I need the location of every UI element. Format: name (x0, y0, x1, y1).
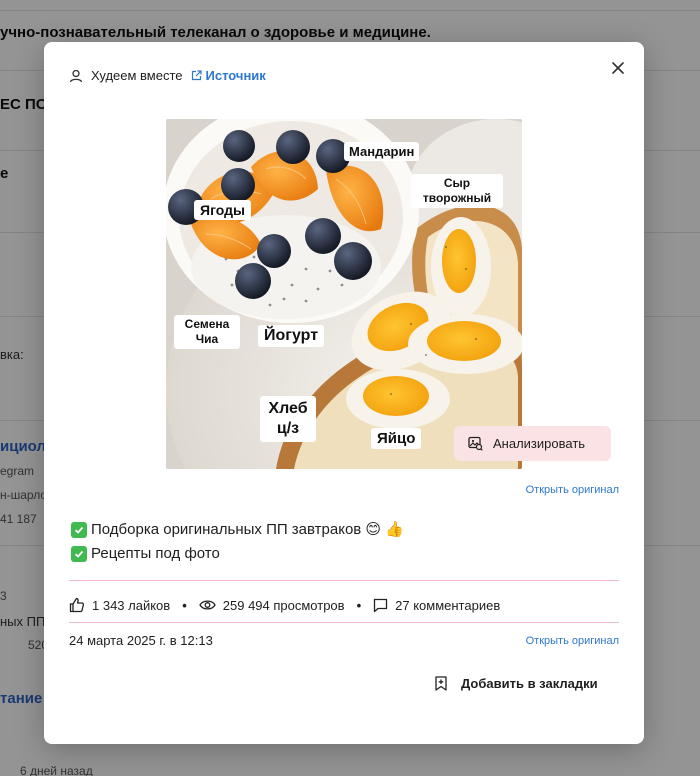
photo-label-cheese: Сыр творожный (411, 174, 503, 208)
open-original-link-2[interactable]: Открыть оригинал (526, 635, 619, 647)
post-modal: Худеем вместе Источник Мандарин Сыр твор… (44, 42, 644, 744)
divider (69, 622, 619, 623)
comments-stat[interactable]: 27 комментариев (373, 598, 500, 613)
analyze-button[interactable]: Анализировать (454, 426, 611, 461)
divider (69, 580, 619, 581)
views-stat: 259 494 просмотров (199, 598, 345, 613)
add-bookmark-button[interactable]: Добавить в закладки (435, 676, 598, 691)
close-icon (612, 62, 624, 74)
post-stats: 1 343 лайков • 259 494 просмотров • 27 к… (69, 597, 500, 613)
photo-label-mandarin: Мандарин (344, 142, 420, 161)
description-text: Рецепты под фото (91, 545, 220, 562)
checkmark-icon (71, 546, 87, 562)
likes-count: 1 343 лайков (92, 597, 171, 613)
post-description: Подборка оригинальных ПП завтраков 😊 👍 Р… (71, 518, 404, 566)
image-search-icon (468, 436, 483, 451)
description-line: Рецепты под фото (71, 542, 404, 566)
eye-icon (199, 600, 216, 610)
author-name[interactable]: Худеем вместе (91, 68, 183, 83)
description-text: Подборка оригинальных ПП завтраков 😊 👍 (91, 521, 404, 538)
photo-label-berries: Ягоды (194, 200, 251, 220)
bookmark-add-icon (435, 676, 447, 691)
photo-label-bread: Хлеб ц/з (260, 396, 316, 442)
close-button[interactable] (608, 58, 628, 78)
photo-label-egg: Яйцо (371, 428, 422, 449)
post-photo[interactable]: Мандарин Сыр творожный Ягоды Семена Чиа … (166, 119, 522, 469)
user-icon (69, 69, 83, 82)
open-original-link[interactable]: Открыть оригинал (526, 484, 619, 496)
source-link[interactable]: Источник (191, 68, 266, 83)
source-label: Источник (205, 68, 266, 83)
likes-stat[interactable]: 1 343 лайков (69, 597, 170, 613)
comment-icon (373, 598, 388, 612)
photo-label-chia: Семена Чиа (174, 315, 240, 349)
separator-dot: • (182, 597, 187, 613)
post-date: 24 марта 2025 г. в 12:13 (69, 633, 213, 648)
thumbs-up-icon (69, 597, 85, 613)
photo-label-yogurt: Йогурт (258, 325, 325, 347)
breakfast-photo-image (166, 119, 522, 469)
post-header: Худеем вместе Источник (69, 68, 266, 83)
comments-count: 27 комментариев (395, 597, 501, 613)
description-line: Подборка оригинальных ПП завтраков 😊 👍 (71, 518, 404, 542)
analyze-label: Анализировать (493, 436, 586, 451)
checkmark-icon (71, 522, 87, 538)
bookmark-label: Добавить в закладки (461, 676, 598, 691)
views-count: 259 494 просмотров (222, 597, 345, 613)
external-link-icon (191, 70, 202, 81)
separator-dot: • (356, 597, 362, 613)
